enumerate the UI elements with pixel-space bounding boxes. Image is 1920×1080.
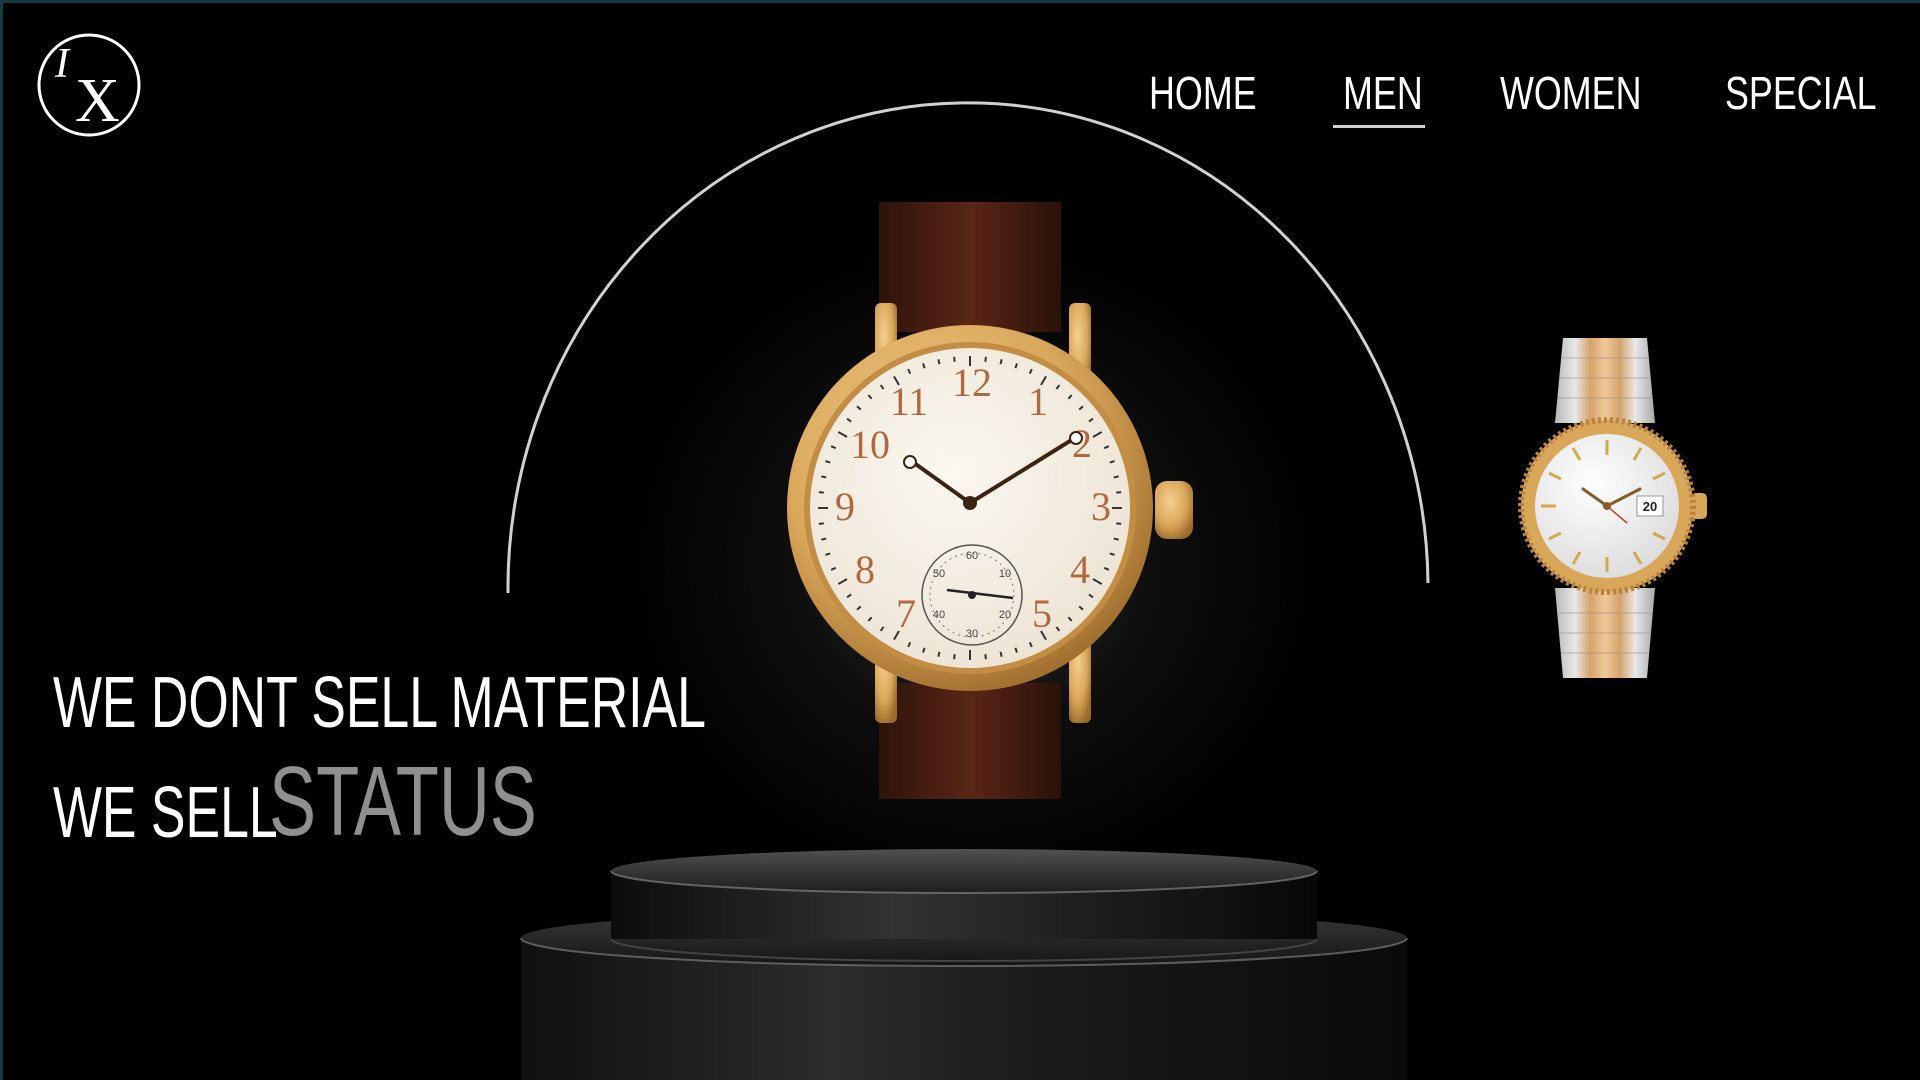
headline-accent-status: STATUS [269, 746, 537, 856]
headline-line-2-prefix: WE SELL [53, 773, 278, 853]
page-frame: I X HOME MEN WOMEN SPECIAL 12 1 2 3 4 5 … [0, 0, 1920, 1080]
secondary-watch[interactable]: 20 [3, 3, 1920, 1080]
date-text: 20 [1643, 499, 1657, 514]
headline-line-1: WE DONT SELL MATERIAL [53, 663, 706, 743]
upper-bracelet [1555, 338, 1655, 423]
